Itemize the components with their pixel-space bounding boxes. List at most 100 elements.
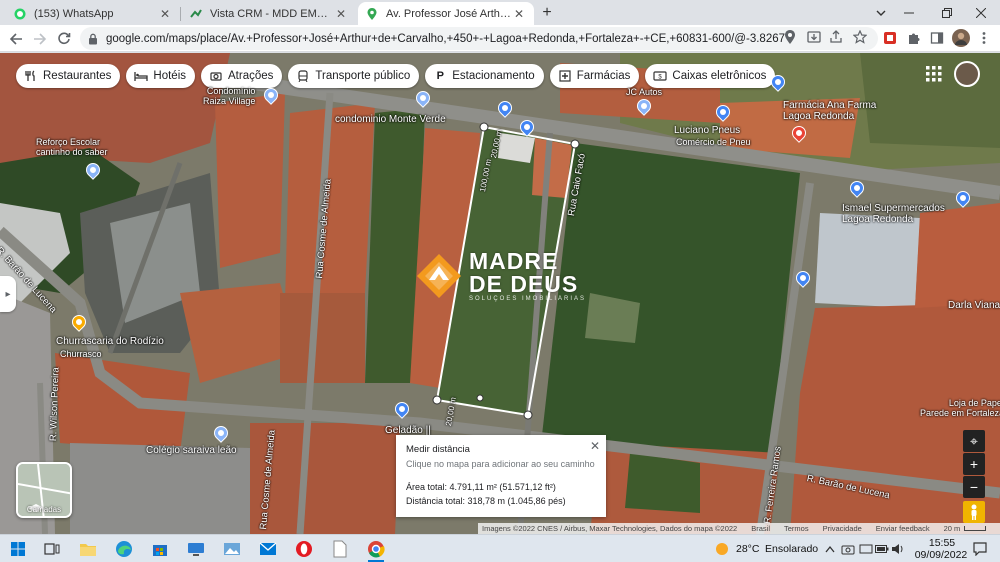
reload-button[interactable] — [54, 29, 74, 49]
place-label-colegio[interactable]: Colégio saraiva leão — [146, 445, 237, 456]
map-controls: ⌖ + − — [963, 430, 985, 524]
place-label-churrascaria[interactable]: Churrascaria do Rodízio — [56, 336, 164, 347]
lock-icon[interactable] — [88, 33, 98, 45]
chevron-up-icon[interactable] — [820, 539, 840, 559]
file-explorer-icon[interactable] — [78, 539, 98, 559]
extension-red-icon[interactable] — [882, 30, 898, 46]
place-label-farmacia[interactable]: Farmácia Ana Farma Lagoa Redonda — [783, 100, 876, 122]
map-attribution-bar: Imagens ©2022 CNES / Airbus, Maxar Techn… — [478, 523, 1000, 534]
scale-indicator[interactable]: 20 m — [944, 524, 987, 533]
chip-label: Estacionamento — [452, 70, 535, 82]
place-label-luciano-pneus[interactable]: Luciano Pneus — [674, 125, 740, 136]
extensions-puzzle-icon[interactable] — [906, 30, 922, 46]
whatsapp-icon — [14, 8, 26, 20]
notifications-icon[interactable] — [970, 539, 990, 559]
store-icon[interactable] — [150, 539, 170, 559]
close-icon[interactable]: ✕ — [158, 7, 172, 21]
bookmark-star-icon[interactable] — [852, 29, 868, 45]
sun-weather-icon[interactable] — [712, 539, 732, 559]
feedback-link[interactable]: Enviar feedback — [876, 524, 930, 533]
address-bar[interactable]: google.com/maps/place/Av.+Professor+José… — [80, 27, 878, 50]
zoom-in-button[interactable]: + — [963, 453, 985, 475]
menu-kebab-icon[interactable] — [976, 30, 992, 46]
chip-label: Atrações — [228, 70, 274, 82]
new-tab-button[interactable]: + — [538, 4, 556, 22]
chip-restaurants[interactable]: Restaurantes — [16, 64, 121, 88]
back-button[interactable] — [6, 29, 26, 49]
scale-bar — [964, 526, 987, 531]
terms-link[interactable]: Termos — [784, 524, 809, 533]
pharmacy-icon — [558, 69, 572, 83]
place-label-churrascaria-sub: Churrasco — [60, 349, 102, 359]
place-label-jc-autos[interactable]: JC Autos — [626, 87, 662, 97]
edge-browser-icon[interactable] — [114, 539, 134, 559]
satellite-map[interactable]: Restaurantes Hotéis Atrações Transporte … — [0, 53, 1000, 534]
chip-label: Transporte público — [315, 70, 411, 82]
tab-vista-crm[interactable]: Vista CRM - MDD EMPREENDIMENTOS ✕ — [182, 2, 356, 25]
measure-hint: Clique no mapa para adicionar ao seu cam… — [406, 459, 595, 469]
tab-google-maps[interactable]: Av. Professor José Arthur de Carvalho ✕ — [358, 2, 534, 25]
place-label-monte-verde[interactable]: condominio Monte Verde — [335, 114, 446, 125]
volume-icon[interactable] — [888, 539, 908, 559]
zoom-out-button[interactable]: − — [963, 476, 985, 498]
my-location-icon[interactable]: ⌖ — [963, 430, 985, 452]
weather-temperature[interactable]: 28°C — [736, 543, 759, 555]
windows-start-icon[interactable] — [8, 539, 28, 559]
forward-button[interactable] — [30, 29, 50, 49]
layers-button[interactable]: Camadas — [16, 462, 72, 518]
chip-label: Hotéis — [153, 70, 187, 82]
chip-label: Caixas eletrônicos — [672, 70, 767, 82]
share-icon[interactable] — [828, 29, 844, 45]
restaurant-icon — [24, 69, 38, 83]
tab-title: (153) WhatsApp — [34, 7, 114, 20]
watermark-line2: DE DEUS — [469, 271, 579, 297]
browser-tab-bar: (153) WhatsApp ✕ Vista CRM - MDD EMPREEN… — [0, 0, 1000, 25]
measure-distance: Distância total: 318,78 m (1.045,86 pés) — [406, 496, 566, 506]
document-icon[interactable] — [330, 539, 350, 559]
install-app-icon[interactable] — [806, 29, 822, 45]
chip-parking[interactable]: P Estacionamento — [425, 64, 544, 88]
place-label-condominio-raiza[interactable]: Condomínio Raiza Village — [203, 86, 255, 106]
google-apps-icon[interactable] — [925, 65, 943, 83]
photos-app-icon[interactable] — [222, 539, 242, 559]
side-panel-icon[interactable] — [929, 30, 945, 46]
chip-hotels[interactable]: Hotéis — [126, 64, 196, 88]
chrome-icon[interactable] — [366, 539, 386, 559]
crm-icon — [190, 8, 202, 20]
watermark-line3: SOLUÇÕES IMOBILIÁRIAS — [469, 296, 587, 302]
tab-whatsapp[interactable]: (153) WhatsApp ✕ — [6, 2, 180, 25]
opera-icon[interactable] — [294, 539, 314, 559]
chip-pharmacies[interactable]: Farmácias — [549, 64, 640, 88]
profile-avatar[interactable] — [952, 29, 970, 47]
chip-attractions[interactable]: Atrações — [201, 64, 283, 88]
place-label-loja-papel[interactable]: Loja de Papel de Parede em Fortaleza |..… — [920, 398, 1000, 418]
clock-date[interactable]: 09/09/2022 — [912, 549, 970, 561]
camera-icon — [209, 69, 223, 83]
clock-time[interactable]: 15:55 — [924, 537, 960, 549]
task-view-icon[interactable] — [42, 539, 62, 559]
expand-sidebar-button[interactable]: ▸ — [0, 276, 16, 312]
close-icon[interactable]: ✕ — [512, 7, 526, 21]
minimize-button[interactable] — [890, 0, 928, 25]
parking-icon: P — [436, 70, 444, 82]
privacy-link[interactable]: Privacidade — [823, 524, 862, 533]
camera-tray-icon[interactable] — [838, 539, 858, 559]
place-label-reforco-escolar[interactable]: Reforço Escolar cantinho do saber — [36, 137, 108, 157]
account-avatar[interactable] — [954, 61, 980, 87]
chip-transit[interactable]: Transporte público — [288, 64, 420, 88]
close-window-button[interactable] — [962, 0, 1000, 25]
country-link[interactable]: Brasil — [751, 524, 770, 533]
restore-button[interactable] — [928, 0, 966, 25]
place-label-darla[interactable]: Darla Viana — [948, 300, 1000, 311]
pegman-icon[interactable] — [963, 501, 985, 523]
close-icon[interactable]: ✕ — [334, 7, 348, 21]
close-icon[interactable]: ✕ — [590, 439, 600, 453]
monitor-app-icon[interactable] — [186, 539, 206, 559]
weather-description[interactable]: Ensolarado — [765, 543, 818, 555]
location-icon[interactable] — [782, 29, 798, 45]
url-text: google.com/maps/place/Av.+Professor+José… — [106, 32, 786, 45]
mail-icon[interactable] — [258, 539, 278, 559]
chip-atms[interactable]: $ Caixas eletrônicos — [645, 64, 776, 88]
tab-divider — [180, 7, 181, 21]
place-label-ismael[interactable]: Ismael Supermercados Lagoa Redonda — [842, 203, 945, 225]
